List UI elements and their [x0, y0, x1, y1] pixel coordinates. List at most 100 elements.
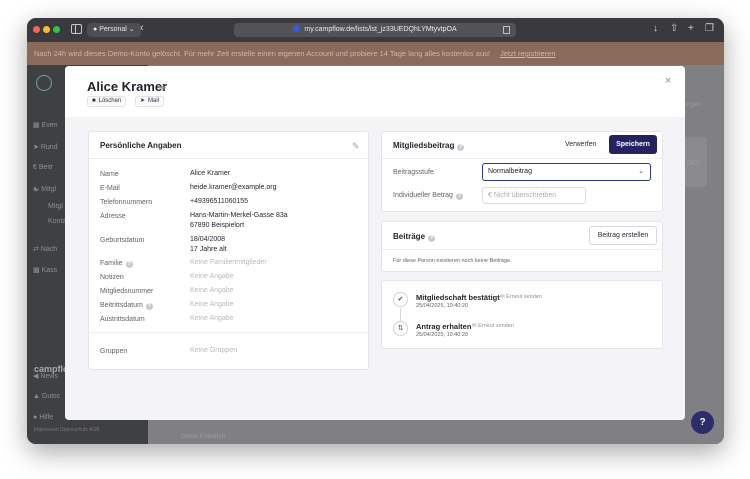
field-label: Beitragsstufe — [393, 169, 434, 176]
new-tab-icon[interactable]: + — [688, 23, 694, 34]
info-icon[interactable]: ? — [457, 144, 465, 151]
field-label-text: Individueller Betrag — [393, 192, 453, 199]
info-icon[interactable]: ? — [428, 235, 436, 242]
euro-icon: € — [488, 192, 492, 199]
membership-fee-card: Mitgliedsbeitrag? Verwerfen Speichern Be… — [381, 131, 663, 212]
individual-amount-input[interactable]: € Nicht überschreiben — [482, 187, 586, 204]
download-icon[interactable]: ↓ — [653, 23, 658, 34]
field-value: Keine Gruppen — [190, 347, 238, 354]
url-text: my.campflow.de/lists/lst_jz33UEDQhLYMtyv… — [304, 26, 457, 33]
sidebar-item-hilfe[interactable]: ● Hilfe — [33, 414, 53, 421]
sidebar-item-beitraege[interactable]: € Beitr — [33, 164, 53, 171]
phone-value[interactable]: +49396511060155 — [190, 197, 248, 207]
resend-button[interactable]: ✉ Erneut senden — [500, 294, 542, 300]
sidebar-item-kasse[interactable]: ▩ Kass — [33, 266, 57, 274]
tab-overview-icon[interactable]: ❐ — [705, 23, 714, 34]
discard-button[interactable]: Verwerfen — [565, 141, 597, 148]
reader-mode-icon[interactable] — [503, 26, 510, 34]
info-icon[interactable]: ? — [125, 261, 133, 268]
application-icon: ⇅ — [393, 321, 408, 336]
sidebar-item-events[interactable]: ▦ Even — [33, 121, 58, 129]
field-label: Individueller Betrag? — [393, 192, 463, 200]
divider — [382, 158, 662, 159]
email-value[interactable]: heide.kramer@example.org — [190, 183, 276, 193]
maximize-window-icon[interactable] — [53, 26, 60, 33]
site-favicon-icon — [293, 25, 301, 32]
browser-toolbar: ● Personal ⌄ ‹ my.campflow.de/lists/lst_… — [27, 18, 724, 42]
field-label: Adresse — [100, 213, 126, 220]
sidebar-item-label: Gutsc — [41, 393, 61, 400]
membership-fee-title: Mitgliedsbeitrag? — [393, 141, 465, 151]
divider — [382, 249, 662, 250]
resend-label: Erneut senden — [506, 294, 542, 300]
sidebar-footer-links[interactable]: Impressum Datenschutz AGB — [34, 427, 100, 433]
timeline-timestamp: 25/04/2025, 10:40:20 — [416, 303, 468, 309]
save-button[interactable]: Speichern — [609, 135, 657, 154]
field-value: Keine Angabe — [190, 273, 234, 280]
individual-amount-placeholder: Nicht überschreiben — [493, 192, 557, 199]
sidebar-subitem-mitglieder[interactable]: Mitgl — [48, 203, 63, 210]
sidebar-item-label: Nach — [40, 246, 58, 253]
delete-label: Löschen — [98, 98, 122, 104]
field-value: Keine Angabe — [190, 287, 234, 294]
share-icon[interactable]: ⇧ — [670, 23, 678, 34]
sidebar-item-label: News — [40, 373, 58, 380]
background-text: DER — [687, 160, 701, 167]
sidebar-item-label: Kass — [41, 267, 58, 274]
modal-body: Persönliche Angaben ✎ Name Alice Kramer … — [65, 117, 685, 420]
info-icon[interactable]: ? — [145, 303, 153, 310]
pencil-icon[interactable]: ✎ — [352, 141, 360, 152]
sidebar-item-gutscheine[interactable]: ▲ Gutsc — [33, 393, 60, 400]
sidebar-item-label: Mitgl — [41, 186, 57, 193]
banner-text: Nach 24h wird dieses Demo-Konto gelöscht… — [34, 49, 490, 58]
support-chat-button[interactable]: ? — [691, 411, 714, 434]
sidebar-item-rundmail[interactable]: ➤ Rund — [33, 143, 58, 151]
sidebar-item-label: Hilfe — [39, 414, 54, 421]
create-contribution-button[interactable]: Beitrag erstellen — [589, 226, 657, 245]
back-arrow-icon[interactable]: ‹ — [140, 22, 144, 34]
field-value: Keine Angabe — [190, 301, 234, 308]
fee-tier-select[interactable]: Normalbeitrag ⌄ — [482, 163, 651, 181]
timeline-title: Mitgliedschaft bestätigt — [416, 293, 500, 302]
contributions-card: Beiträge? Beitrag erstellen Für diese Pe… — [381, 221, 663, 272]
resend-button[interactable]: ✉ Erneut senden — [472, 323, 514, 329]
divider — [89, 158, 368, 159]
address-bar[interactable]: my.campflow.de/lists/lst_jz33UEDQhLYMtyv… — [234, 23, 516, 37]
field-label: Notizen — [100, 274, 124, 281]
profile-switcher[interactable]: ● Personal ⌄ — [87, 23, 141, 37]
sidebar-item-mitglieder[interactable]: ☯ Mitgl — [33, 185, 56, 193]
field-value: Keine Angabe — [190, 315, 234, 322]
address-line2: 67890 Beispielort — [190, 222, 245, 229]
background-text: ungen — [683, 101, 702, 108]
timeline-title: Antrag erhalten — [416, 322, 472, 331]
personal-info-card: Persönliche Angaben ✎ Name Alice Kramer … — [88, 131, 369, 370]
field-label-text: Familie — [100, 260, 123, 267]
demo-banner: Nach 24h wird dieses Demo-Konto gelöscht… — [27, 42, 724, 65]
info-icon[interactable]: ? — [455, 193, 463, 200]
sidebar-subitem-kontakte[interactable]: Konta — [48, 218, 66, 225]
mail-button[interactable]: ➤ Mail — [135, 96, 165, 107]
field-label: Familie? — [100, 260, 133, 268]
campflow-logo-icon[interactable] — [36, 75, 52, 91]
activity-timeline-card: ✔ Mitgliedschaft bestätigt ✉ Erneut send… — [381, 280, 663, 349]
minimize-window-icon[interactable] — [43, 26, 50, 33]
profile-name: Personal — [99, 26, 127, 33]
timeline-timestamp: 25/04/2025, 10:40:20 — [416, 332, 468, 338]
tag-icon[interactable]: ◈ — [159, 82, 166, 93]
sidebar-item-nachrichten[interactable]: ⇄ Nach — [33, 245, 57, 253]
thumbs-up-icon: ✔ — [393, 292, 408, 307]
register-link[interactable]: Jetzt registrieren — [500, 49, 555, 58]
field-label: Beitrittsdatum? — [100, 302, 153, 310]
sidebar-item-label: Rund — [40, 144, 58, 151]
field-label: Name — [100, 171, 119, 178]
delete-button[interactable]: ■ Löschen — [87, 96, 127, 107]
contributions-title-text: Beiträge — [393, 232, 426, 241]
age-value: 17 Jahre alt — [190, 246, 227, 253]
close-icon[interactable]: × — [665, 75, 671, 87]
member-detail-modal: Alice Kramer ◈ × ■ Löschen ➤ Mail Persönli… — [65, 66, 685, 420]
resend-label: Erneut senden — [478, 323, 514, 329]
close-window-icon[interactable] — [33, 26, 40, 33]
mail-label: Mail — [148, 98, 160, 104]
sidebar-toggle-icon[interactable] — [71, 24, 82, 34]
address-line1: Hans-Martin-Merkel-Gasse 83a — [190, 212, 288, 219]
